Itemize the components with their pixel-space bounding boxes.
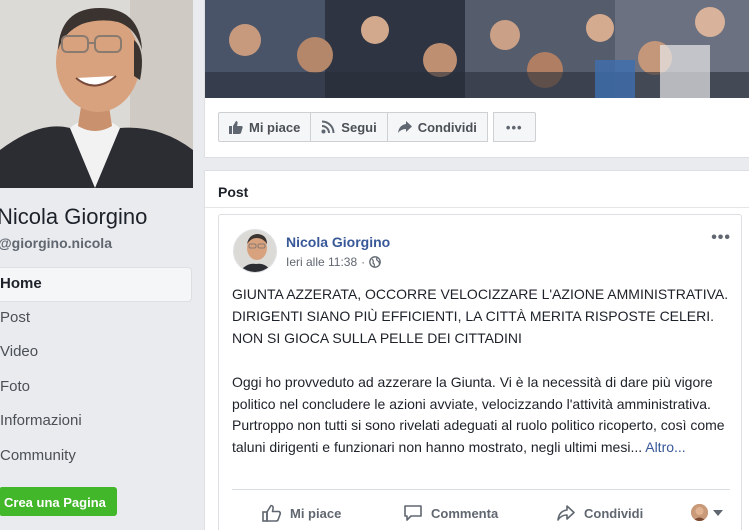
post-author-name[interactable]: Nicola Giorgino — [286, 234, 390, 250]
profile-photo-image — [0, 0, 193, 188]
follow-button[interactable]: Segui — [310, 112, 388, 142]
page-name[interactable]: Nicola Giorgino — [0, 204, 147, 230]
nav-item-community[interactable]: Community — [0, 440, 193, 475]
cover-photo[interactable] — [205, 0, 749, 98]
post-actions: Mi piace Commenta Condividi — [232, 497, 730, 529]
thumbs-up-icon — [229, 121, 243, 134]
page-nav: Home Post Video Foto Informazioni Commun… — [0, 267, 193, 474]
post-comment-label: Commenta — [431, 505, 499, 521]
share-page-button[interactable]: Condividi — [386, 112, 488, 142]
post-meta: Ieri alle 11:38 · — [286, 255, 382, 269]
create-page-button[interactable]: Crea una Pagina — [0, 487, 117, 516]
reaction-as-selector[interactable] — [691, 504, 724, 521]
more-options-button[interactable]: ••• — [492, 112, 536, 142]
nav-item-home[interactable]: Home — [0, 267, 192, 302]
rss-icon — [321, 120, 335, 134]
post-headline: GIUNTA AZZERATA, OCCORRE VELOCIZZARE L'A… — [232, 286, 729, 346]
page-action-bar: Mi piace Segui Condividi ••• — [218, 112, 536, 142]
nav-item-video[interactable]: Video — [0, 336, 193, 371]
see-more-link[interactable]: Altro... — [645, 439, 685, 455]
post-options-button[interactable]: ••• — [711, 229, 731, 247]
post-like-button[interactable]: Mi piace — [262, 497, 341, 529]
post-share-label: Condividi — [584, 505, 644, 521]
divider — [205, 207, 749, 208]
like-page-button[interactable]: Mi piace — [218, 112, 312, 142]
page-username[interactable]: @giorgino.nicola — [0, 235, 112, 251]
share-arrow-icon — [557, 505, 575, 521]
avatar-image — [234, 230, 276, 272]
cover-photo-image — [205, 0, 749, 98]
post-body: Oggi ho provveduto ad azzerare la Giunta… — [232, 372, 732, 458]
comment-icon — [404, 505, 422, 521]
mini-avatar-image — [691, 504, 708, 521]
nav-item-foto[interactable]: Foto — [0, 371, 193, 406]
post-actions-divider — [232, 489, 730, 490]
nav-item-informazioni[interactable]: Informazioni — [0, 405, 193, 440]
post-timestamp[interactable]: Ieri alle 11:38 — [286, 255, 357, 269]
share-page-label: Condividi — [417, 119, 477, 135]
follow-label: Segui — [341, 119, 377, 135]
chevron-down-icon — [713, 509, 723, 516]
meta-separator: · — [361, 255, 366, 269]
posts-section-title: Post — [218, 184, 249, 200]
share-arrow-icon — [397, 121, 412, 133]
post-author-avatar[interactable] — [233, 229, 277, 273]
like-page-label: Mi piace — [249, 119, 301, 135]
cover-card: Mi piace Segui Condividi ••• — [204, 0, 749, 158]
globe-icon[interactable] — [369, 256, 382, 268]
mini-avatar — [691, 504, 708, 521]
posts-section: Post Nicola Giorgino Ieri alle 11:38 · •… — [204, 170, 749, 530]
thumbs-up-icon — [262, 504, 282, 522]
post-share-button[interactable]: Condividi — [556, 497, 643, 529]
left-column: Nicola Giorgino @giorgino.nicola Home Po… — [0, 0, 193, 530]
profile-photo[interactable] — [0, 0, 193, 188]
post-comment-button[interactable]: Commenta — [403, 497, 498, 529]
nav-item-post[interactable]: Post — [0, 302, 193, 337]
post-like-label: Mi piace — [290, 505, 342, 521]
post-card: Nicola Giorgino Ieri alle 11:38 · ••• GI… — [218, 214, 742, 530]
